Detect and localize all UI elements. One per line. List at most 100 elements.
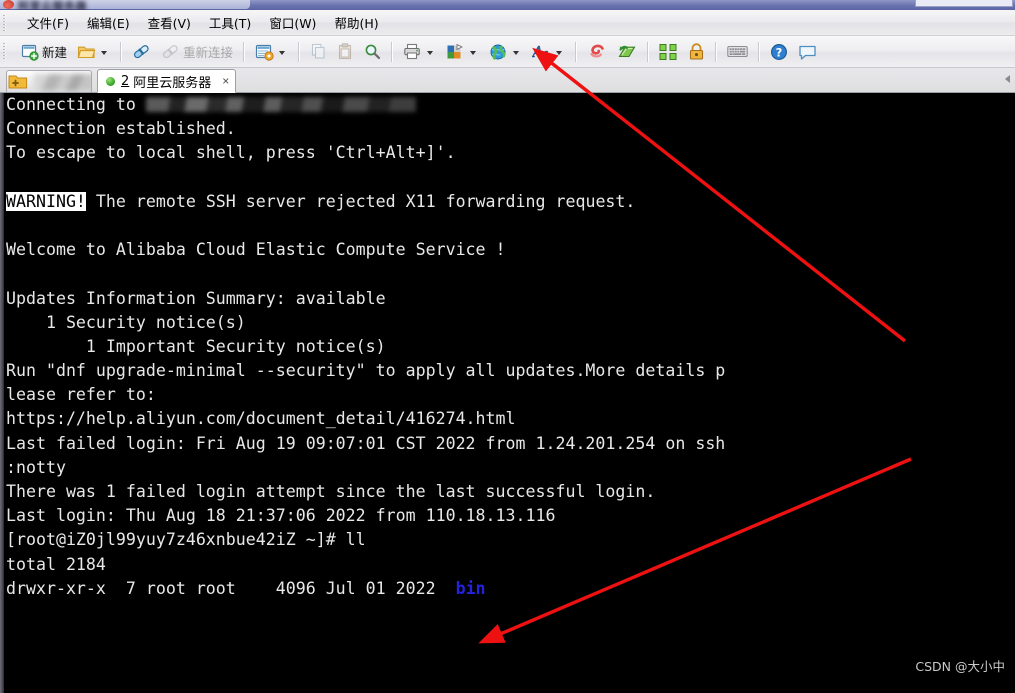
terminal-line: [root@iZ0jl99yuy7z46xnbue42iZ ~]# ll	[6, 528, 1015, 552]
terminal-text: bin	[455, 578, 486, 598]
toolbar-separator	[120, 41, 123, 62]
terminal-line: Last login: Thu Aug 18 21:37:06 2022 fro…	[6, 504, 1015, 528]
lock-button[interactable]	[683, 39, 710, 65]
terminal-line: 1 Important Security notice(s)	[6, 335, 1015, 359]
menu-tools[interactable]: 工具(T)	[200, 10, 260, 35]
chat-button[interactable]	[793, 39, 822, 65]
print-chevron-down-icon[interactable]	[427, 50, 434, 55]
terminal-line: total 2184	[6, 553, 1015, 577]
color-scheme-chevron-down-icon[interactable]	[470, 50, 477, 55]
terminal-text: Updates Information Summary: available	[6, 288, 386, 308]
session-manager-chevron-down-icon[interactable]	[279, 50, 286, 55]
terminal-line: Welcome to Alibaba Cloud Elastic Compute…	[6, 238, 1015, 262]
web-browser-button[interactable]	[484, 39, 527, 65]
color-scheme-icon	[447, 43, 463, 58]
window-titlebar: 阿里云服务器	[0, 0, 1015, 10]
menu-window[interactable]: 窗口(W)	[260, 10, 325, 35]
terminal-text: lease refer to:	[6, 385, 156, 405]
menu-file[interactable]: 文件(F)	[18, 10, 78, 35]
new-session-button[interactable]: 新建	[16, 39, 72, 65]
toolbar-separator	[647, 41, 650, 62]
toolbar: 新建 重新连接 A a ?	[0, 36, 1015, 68]
tab-number: 2	[121, 73, 130, 89]
tab-aliyun-server[interactable]: 2 阿里云服务器 ×	[97, 69, 237, 93]
keyboard-button[interactable]	[722, 39, 753, 65]
toolbar-separator	[243, 41, 246, 62]
web-browser-chevron-down-icon[interactable]	[513, 50, 520, 55]
terminal-text: Connecting to	[6, 95, 146, 114]
search-button[interactable]	[359, 39, 386, 65]
menu-edit[interactable]: 编辑(E)	[78, 10, 139, 35]
svg-text:?: ?	[776, 45, 783, 59]
reconnect-button[interactable]: 重新连接	[156, 39, 238, 65]
log-session-button[interactable]	[582, 39, 612, 65]
connect-button[interactable]	[127, 39, 156, 65]
session-tab-bar: 2 阿里云服务器 ×	[0, 68, 1015, 93]
securecrt-window: 阿里云服务器 文件(F) 编辑(E) 查看(V) 工具(T) 窗口(W) 帮助(…	[0, 0, 1015, 693]
terminal-left-border	[0, 93, 4, 693]
terminal-text: 1 Security notice(s)	[6, 312, 246, 332]
window-controls[interactable]	[915, 0, 1013, 7]
terminal-text: There was 1 failed login attempt since t…	[6, 482, 656, 501]
session-manager-button[interactable]	[250, 39, 293, 65]
terminal-output: Connecting to Connection established. To …	[6, 93, 1015, 601]
open-session-chevron-down-icon[interactable]	[101, 50, 108, 55]
toolbar-separator	[575, 41, 578, 62]
chat-icon	[799, 45, 816, 60]
menu-view[interactable]: 查看(V)	[139, 10, 200, 35]
reconnect-icon	[162, 45, 178, 59]
terminal-text: Last failed login: Fri Aug 19 09:07:01 C…	[6, 433, 726, 453]
log-session-icon	[590, 44, 604, 57]
terminal-text: https://help.aliyun.com/document_detail/…	[6, 409, 516, 429]
terminal-line: There was 1 failed login attempt since t…	[6, 480, 1015, 504]
redacted-session-name	[34, 74, 91, 91]
font-button[interactable]: A a	[527, 39, 570, 65]
menu-help[interactable]: 帮助(H)	[325, 10, 387, 35]
tab-title: 阿里云服务器	[133, 75, 212, 91]
tabbar-scroll-right-icon[interactable]	[1005, 75, 1010, 83]
upload-sz-button[interactable]	[612, 39, 642, 65]
session-tab-redacted[interactable]	[6, 70, 92, 92]
menu-bar: 文件(F) 编辑(E) 查看(V) 工具(T) 窗口(W) 帮助(H)	[0, 10, 1015, 36]
terminal-text: drwxr-xr-x 7 root root 4096 Jul 01 2022	[6, 578, 456, 598]
watermark: CSDN @大小中	[915, 659, 1005, 674]
toolbar-separator	[298, 41, 301, 62]
app-icon	[3, 0, 14, 9]
terminal-line: Last failed login: Fri Aug 19 09:07:01 C…	[6, 432, 1015, 456]
terminal-pane[interactable]: Connecting to Connection established. To …	[0, 93, 1015, 693]
terminal-text: :notty	[6, 457, 66, 477]
terminal-text: Last login: Thu Aug 18 21:37:06 2022 fro…	[6, 506, 556, 526]
search-icon	[365, 44, 381, 60]
menubar-gripper[interactable]	[3, 15, 7, 31]
print-icon	[404, 43, 420, 60]
lock-icon	[689, 42, 704, 60]
redacted-hostname	[145, 97, 416, 112]
print-button[interactable]	[398, 39, 441, 65]
open-session-button[interactable]	[72, 39, 115, 65]
tile-windows-button[interactable]	[654, 39, 683, 65]
terminal-line: drwxr-xr-x 7 root root 4096 Jul 01 2022 …	[6, 577, 1015, 601]
upload-sz-icon	[618, 45, 636, 57]
terminal-line: :notty	[6, 456, 1015, 480]
paste-button[interactable]	[332, 39, 359, 65]
color-scheme-button[interactable]	[441, 39, 484, 65]
terminal-text: To escape to local shell, press 'Ctrl+Al…	[6, 143, 456, 163]
new-session-label: 新建	[42, 45, 68, 60]
keyboard-icon	[727, 45, 748, 58]
terminal-line: https://help.aliyun.com/document_detail/…	[6, 407, 1015, 431]
terminal-line: Connecting to	[6, 93, 1015, 117]
copy-button[interactable]	[305, 39, 332, 65]
terminal-line: 1 Security notice(s)	[6, 311, 1015, 335]
toolbar-gripper[interactable]	[3, 43, 7, 59]
font-chevron-down-icon[interactable]	[556, 50, 563, 55]
terminal-line: To escape to local shell, press 'Ctrl+Al…	[6, 141, 1015, 165]
tab-close-icon[interactable]: ×	[222, 74, 229, 88]
terminal-line: Connection established.	[6, 117, 1015, 141]
tab-connected-status-icon	[106, 76, 115, 86]
toolbar-separator	[715, 41, 718, 62]
terminal-text: Connection established.	[6, 119, 236, 139]
svg-text:a: a	[542, 47, 549, 60]
help-button[interactable]: ?	[765, 39, 793, 65]
